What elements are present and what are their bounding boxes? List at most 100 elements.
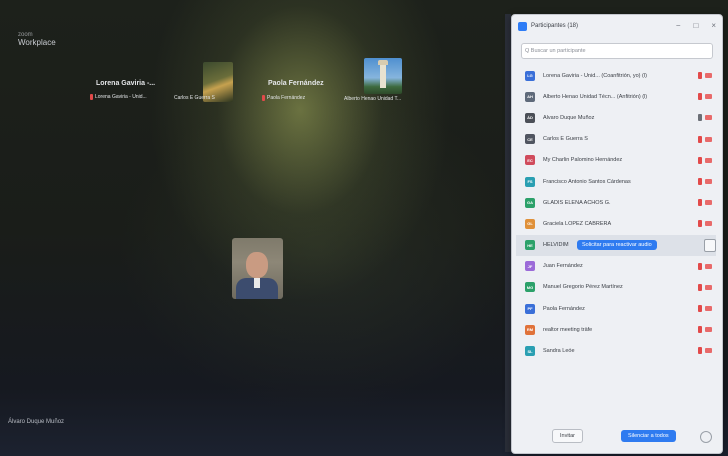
- muted-mic-icon: [698, 177, 702, 185]
- participant-row[interactable]: RM realtor meeting träfe: [516, 319, 716, 340]
- participant-name: GLADIS ELENA ACHOS G.: [543, 199, 611, 206]
- participant-row[interactable]: AH Alberto Henao Unidad Técn... (Anfitrió…: [516, 86, 716, 107]
- tower-icon: [378, 60, 388, 88]
- muted-mic-icon: [698, 135, 702, 143]
- participant-avatar: RM: [525, 324, 535, 335]
- participant-avatar: AH: [525, 91, 535, 102]
- more-options-button[interactable]: [700, 431, 712, 443]
- participant-avatar: JF: [525, 261, 535, 272]
- participant-name: Álvaro Duque Muñoz: [543, 114, 595, 121]
- participant-name: Graciela LÓPEZ CABRERA: [543, 220, 612, 227]
- mute-all-button[interactable]: Silenciar a todos: [620, 430, 676, 442]
- participant-name: HELVIDIM: [543, 242, 569, 249]
- participant-row[interactable]: SL Sandra Leóe: [516, 340, 716, 361]
- minimize-button[interactable]: −: [676, 21, 681, 30]
- muted-mic-icon: [698, 220, 702, 228]
- workplace-title: Workplace: [18, 38, 56, 47]
- participant-row[interactable]: GA GLADIS ELENA ACHOS G.: [516, 192, 716, 213]
- more-button[interactable]: [704, 238, 716, 252]
- video-off-icon: [705, 327, 712, 333]
- tile-carlos-name: Carlos E Guerra S: [174, 95, 215, 101]
- maximize-button[interactable]: □: [693, 21, 698, 30]
- close-button[interactable]: ×: [711, 21, 716, 30]
- video-off-icon: [705, 178, 712, 184]
- participant-avatar: SL: [525, 346, 535, 357]
- muted-mic-icon: [698, 262, 702, 270]
- participants-panel: Participantes (18) − □ × Q Buscar un par…: [511, 14, 723, 454]
- video-off-icon: [705, 221, 712, 227]
- video-off-icon: [705, 306, 712, 312]
- self-name-label: Álvaro Duque Muñoz: [8, 419, 65, 425]
- muted-mic-icon: [698, 156, 702, 164]
- participant-name: Alberto Henao Unidad Técn... (Anfitrión)…: [543, 93, 648, 100]
- participant-avatar: FS: [525, 176, 535, 187]
- tile-lorena[interactable]: Lorena Gaviria -...: [96, 80, 155, 87]
- participant-name: Paola Fernández: [543, 305, 585, 312]
- tile-paola-display-name: Paola Fernández: [268, 80, 324, 87]
- participant-row[interactable]: FS Francisco Antonio Santos Cárdenas: [516, 171, 716, 192]
- participant-row[interactable]: HE HELVIDIM Solicitar para reactivar audio: [516, 234, 716, 256]
- participant-avatar: LG: [525, 70, 535, 81]
- participant-name: Manuel Gregorio Pérez Martínez: [543, 284, 623, 291]
- participant-name: My Charlin Palomino Hernández: [543, 157, 623, 164]
- person-face: [246, 252, 268, 278]
- tile-paola[interactable]: Paola Fernández: [268, 80, 324, 87]
- person-collar: [254, 278, 260, 288]
- participant-row[interactable]: ÁD Álvaro Duque Muñoz: [516, 107, 716, 128]
- participant-avatar: PF: [525, 303, 535, 314]
- tile-paola-label: Paola Fernández: [262, 95, 305, 101]
- participant-avatar: GL: [525, 218, 535, 229]
- video-off-icon: [705, 263, 712, 269]
- invite-button[interactable]: Invitar: [552, 429, 583, 443]
- participant-avatar: MG: [525, 282, 535, 293]
- tile-alberto-image[interactable]: [364, 58, 402, 94]
- search-placeholder: Q Buscar un participante: [525, 48, 586, 54]
- participant-row[interactable]: LG Lorena Gaviria - Unid... (Coanfitrión,…: [516, 65, 716, 86]
- panel-footer: Invitar Silenciar a todos: [512, 419, 722, 453]
- muted-mic-icon: [698, 305, 702, 313]
- tile-alberto-name: Alberto Henao Unidad T...: [344, 96, 402, 102]
- tile-alberto-label: Alberto Henao Unidad T...: [344, 96, 401, 102]
- video-off-icon: [705, 284, 712, 290]
- mic-icon: [698, 114, 702, 122]
- tile-paola-name: Paola Fernández: [267, 95, 306, 101]
- tile-lorena-display-name: Lorena Gaviria -...: [96, 80, 156, 87]
- muted-mic-icon: [90, 94, 93, 100]
- search-participant-input[interactable]: Q Buscar un participante: [521, 43, 713, 59]
- participant-name: Francisco Antonio Santos Cárdenas: [543, 178, 631, 185]
- video-off-icon: [705, 200, 712, 206]
- zoom-label: zoom: [18, 32, 33, 38]
- video-off-icon: [705, 115, 712, 121]
- participant-row[interactable]: PF Paola Fernández: [516, 298, 716, 319]
- participant-avatar: HE: [525, 240, 535, 251]
- video-off-icon: [705, 157, 712, 163]
- panel-title: Participantes (18): [531, 23, 579, 29]
- participants-list: LG Lorena Gaviria - Unid... (Coanfitrión,…: [516, 65, 716, 362]
- participant-name: Lorena Gaviria - Unid... (Coanfitrión, y…: [543, 72, 647, 79]
- participant-name: Sandra Leóe: [543, 348, 575, 355]
- zoom-app-icon: [518, 21, 527, 31]
- window-buttons: − □ ×: [676, 21, 716, 30]
- ask-to-unmute-button[interactable]: Solicitar para reactivar audio: [577, 240, 657, 251]
- video-off-icon: [705, 136, 712, 142]
- participant-row[interactable]: MG Manuel Gregorio Pérez Martínez: [516, 277, 716, 298]
- participant-avatar: GA: [525, 197, 535, 208]
- muted-mic-icon: [698, 199, 702, 207]
- self-video[interactable]: [232, 238, 283, 299]
- participant-row[interactable]: JF Juan Fernández: [516, 256, 716, 277]
- participant-row[interactable]: CE Carlos E Guerra S: [516, 129, 716, 150]
- participant-row[interactable]: EC My Charlin Palomino Hernández: [516, 150, 716, 171]
- video-off-icon: [705, 348, 712, 354]
- participant-avatar: EC: [525, 155, 535, 166]
- muted-mic-icon: [262, 95, 265, 101]
- muted-mic-icon: [698, 72, 702, 79]
- muted-mic-icon: [698, 326, 702, 334]
- participant-row[interactable]: GL Graciela LÓPEZ CABRERA: [516, 213, 716, 234]
- muted-mic-icon: [698, 347, 702, 355]
- muted-mic-icon: [698, 93, 702, 101]
- video-off-icon: [705, 94, 712, 100]
- tile-lorena-label: Lorena Gaviria - Unid...: [90, 94, 147, 100]
- panel-title-bar: Participantes (18) − □ ×: [512, 15, 722, 37]
- workplace-logo: zoom Workplace: [18, 32, 56, 47]
- participant-name: Carlos E Guerra S: [543, 136, 588, 143]
